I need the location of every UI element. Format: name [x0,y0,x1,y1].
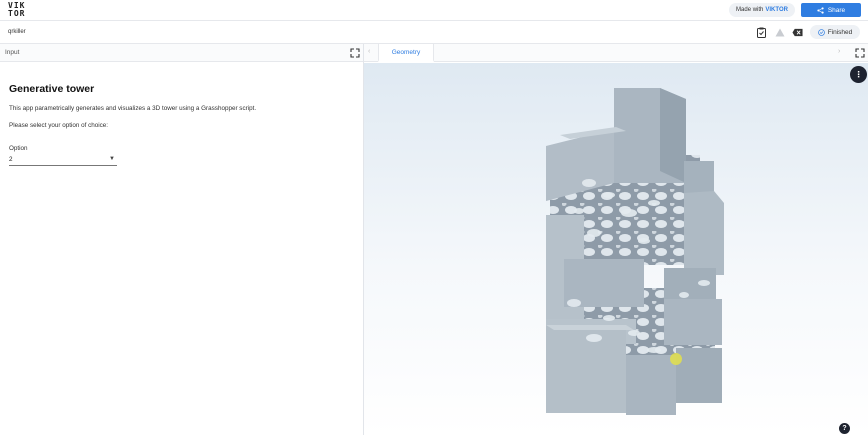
check-circle-icon [817,28,825,36]
share-icon [817,6,824,14]
status-label: Finished [827,28,853,36]
made-with-badge[interactable]: Made with VIKTOR [729,3,795,17]
top-bar: VIK TOR Made with VIKTOR Share [0,0,868,21]
made-with-prefix: Made with [736,7,764,13]
tower-model [546,88,724,415]
option-select[interactable]: 2 ▼ [9,154,117,166]
made-with-brand: VIKTOR [765,7,788,13]
chevron-down-icon: ▼ [109,156,115,162]
prompt-text: Please select your option of choice: [9,122,109,129]
status-finished-badge[interactable]: Finished [810,25,860,39]
logo-line-2: TOR [8,9,26,18]
app-bar: qrkiller Finished [0,21,868,44]
viktor-logo[interactable]: VIK TOR [8,2,25,18]
warning-icon[interactable] [774,26,785,39]
tab-geometry[interactable]: Geometry [378,44,434,62]
expand-icon[interactable] [350,48,360,58]
share-label: Share [827,6,846,14]
clipboard-icon[interactable] [756,26,767,39]
option-label: Option [9,145,28,152]
share-button[interactable]: Share [801,3,861,17]
expand-icon[interactable] [855,48,865,58]
page-title: Generative tower [9,83,95,95]
input-panel-title: Input [5,49,20,56]
tab-geometry-label: Geometry [391,48,421,56]
app-tools: Finished [756,25,860,39]
chevron-right-icon[interactable]: › [838,48,840,55]
description-text: This app parametrically generates and vi… [9,105,257,112]
geometry-viewer[interactable] [364,63,868,435]
backspace-icon[interactable] [792,26,803,39]
help-icon[interactable]: ? [839,423,850,434]
input-panel-content: Generative tower This app parametrically… [9,83,349,139]
more-vertical-icon[interactable]: ⋮ [850,66,867,83]
input-panel-header: Input [0,44,364,62]
option-value: 2 [9,156,13,163]
chevron-left-icon[interactable]: ‹ [368,48,370,55]
app-name: qrkiller [8,29,26,35]
view-panel-header: ‹ Geometry › [364,44,868,62]
